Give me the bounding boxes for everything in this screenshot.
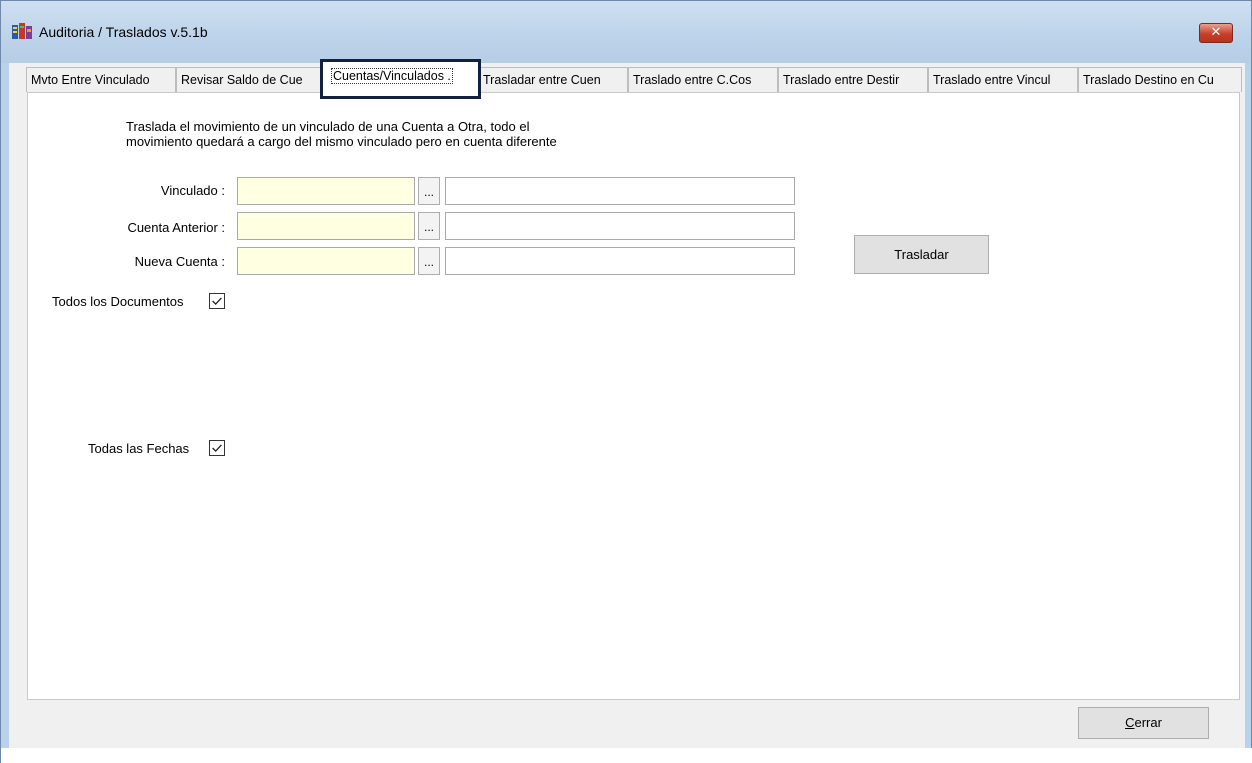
tab-label: Trasladar entre Cuen (483, 73, 601, 87)
tab-trasladar-entre-cuentas[interactable]: Trasladar entre Cuen (478, 67, 628, 92)
cerrar-label-rest: errar (1134, 715, 1162, 730)
todas-fechas-checkbox[interactable] (209, 440, 225, 456)
tab-label: Revisar Saldo de Cue (181, 73, 303, 87)
tab-label: Traslado Destino en Cu (1083, 73, 1214, 87)
tab-label: Cuentas/Vinculados . (331, 68, 453, 84)
app-window: Auditoria / Traslados v.5.1b ✕ Mvto Entr… (0, 0, 1252, 763)
app-icon (12, 23, 32, 39)
nueva-cuenta-name-input[interactable] (445, 247, 795, 275)
todos-documentos-checkbox[interactable] (209, 293, 225, 309)
cuenta-anterior-name-input[interactable] (445, 212, 795, 240)
nueva-cuenta-browse-button[interactable]: ... (418, 247, 440, 275)
todos-documentos-label: Todos los Documentos (52, 294, 184, 309)
tab-traslado-entre-vinculados[interactable]: Traslado entre Vincul (928, 67, 1078, 92)
window-title: Auditoria / Traslados v.5.1b (39, 24, 208, 40)
title-bar[interactable]: Auditoria / Traslados v.5.1b ✕ (1, 1, 1251, 63)
tab-traslado-entre-destinos[interactable]: Traslado entre Destir (778, 67, 928, 92)
cuenta-anterior-code-input[interactable] (237, 212, 415, 240)
cuenta-anterior-browse-button[interactable]: ... (418, 212, 440, 240)
close-icon: ✕ (1210, 25, 1222, 40)
desktop-strip (1, 748, 1252, 763)
description: Traslada el movimiento de un vinculado d… (126, 119, 557, 149)
vinculado-code-input[interactable] (237, 177, 415, 205)
vinculado-label: Vinculado : (160, 183, 225, 198)
tab-label: Traslado entre Vincul (933, 73, 1051, 87)
todas-fechas-label: Todas las Fechas (88, 441, 190, 456)
tab-label: Mvto Entre Vinculado (31, 73, 150, 87)
tab-cuentas-vinculados[interactable]: Cuentas/Vinculados . (320, 59, 481, 99)
check-icon (212, 297, 222, 306)
vinculado-name-input[interactable] (445, 177, 795, 205)
tab-traslado-entre-ccos[interactable]: Traslado entre C.Cos (628, 67, 778, 92)
tab-traslado-destino[interactable]: Traslado Destino en Cu (1078, 67, 1242, 92)
cuenta-anterior-label: Cuenta Anterior : (127, 220, 225, 235)
tab-label: Traslado entre Destir (783, 73, 900, 87)
vinculado-browse-button[interactable]: ... (418, 177, 440, 205)
description-line-2: movimiento quedará a cargo del mismo vin… (126, 134, 557, 149)
check-icon (212, 444, 222, 453)
nueva-cuenta-code-input[interactable] (237, 247, 415, 275)
nueva-cuenta-label: Nueva Cuenta : (134, 254, 225, 269)
cerrar-button[interactable]: Cerrar (1078, 707, 1209, 739)
description-line-1: Traslada el movimiento de un vinculado d… (126, 119, 530, 134)
tab-mvto-entre-vinculado[interactable]: Mvto Entre Vinculado (26, 67, 176, 92)
tab-revisar-saldo[interactable]: Revisar Saldo de Cue (176, 67, 321, 92)
trasladar-button[interactable]: Trasladar (854, 235, 989, 274)
close-button[interactable]: ✕ (1199, 23, 1233, 43)
tab-label: Traslado entre C.Cos (633, 73, 752, 87)
